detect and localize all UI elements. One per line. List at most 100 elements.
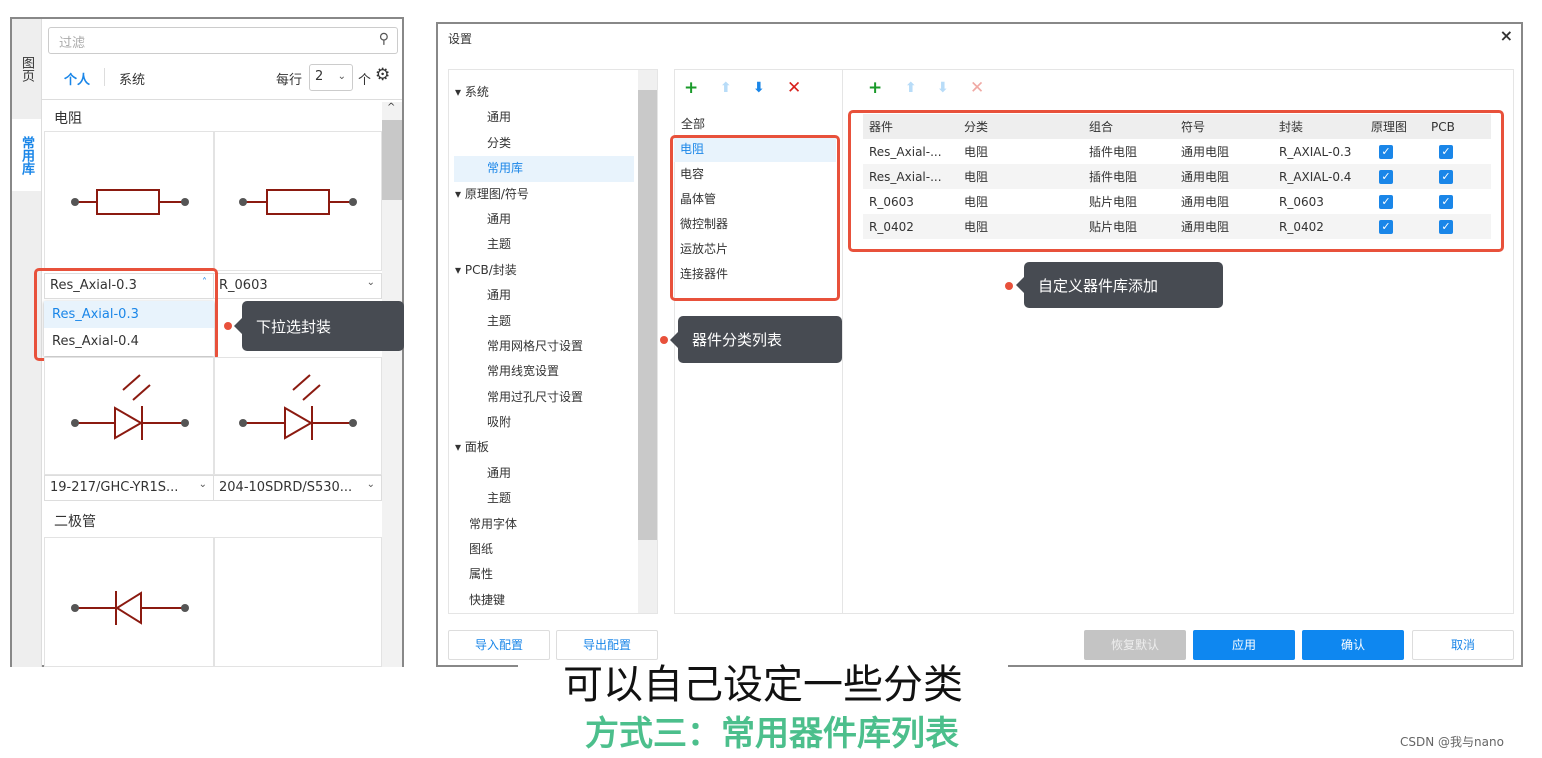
tree-item-label: 快捷键: [469, 592, 506, 607]
diode-symbol[interactable]: [44, 537, 214, 667]
tree-item[interactable]: 通用: [449, 461, 657, 486]
move-up-icon[interactable]: ⬆: [905, 80, 917, 96]
search-icon[interactable]: ⚲: [379, 31, 389, 47]
section-title: 二极管: [54, 514, 96, 530]
chevron-down-icon: ⌄: [337, 71, 346, 82]
tree-item-label: 系统: [464, 85, 489, 99]
tree-scrollbar[interactable]: [638, 70, 657, 613]
tree-item[interactable]: ▾ 面板: [449, 435, 657, 460]
highlight-box: [34, 268, 218, 361]
tab-common-library[interactable]: 常用库: [12, 119, 42, 191]
add-component-icon[interactable]: +: [868, 78, 882, 98]
move-up-icon[interactable]: ⬆: [720, 80, 732, 96]
tree-item[interactable]: 通用: [449, 207, 657, 232]
callout-dot: [1005, 282, 1013, 290]
chevron-down-icon: ⌄: [198, 479, 207, 490]
per-row-label: 每行: [276, 73, 303, 88]
package-select[interactable]: 19-217/GHC-YR1S... ⌄: [44, 475, 214, 501]
tree-item[interactable]: ▾ PCB/封装: [449, 258, 657, 283]
watermark: CSDN @我与nano: [1400, 735, 1504, 749]
tree-item-label: 吸附: [487, 415, 512, 430]
package-select[interactable]: R_0603 ⌄: [214, 273, 382, 299]
tree-item[interactable]: 主题: [449, 486, 657, 511]
tree-item[interactable]: 快捷键: [449, 588, 657, 613]
resistor-symbol[interactable]: [44, 131, 214, 271]
tree-item-label: 主题: [487, 237, 512, 252]
tree-item[interactable]: 分类: [449, 131, 657, 156]
import-config-button[interactable]: 导入配置: [448, 630, 550, 660]
cancel-button[interactable]: 取消: [1412, 630, 1514, 660]
dialog-title: 设置: [448, 32, 473, 46]
move-down-icon[interactable]: ⬇: [937, 80, 949, 96]
tree-item-label: 通用: [487, 465, 512, 480]
add-category-icon[interactable]: +: [684, 78, 698, 98]
chevron-down-icon: ⌄: [366, 277, 375, 288]
tab-personal[interactable]: 个人: [64, 69, 90, 88]
apply-button[interactable]: 应用: [1193, 630, 1295, 660]
tree-item[interactable]: 吸附: [449, 410, 657, 435]
tree-item-label: 属性: [469, 567, 494, 582]
tree-item[interactable]: 通用: [449, 283, 657, 308]
package-select[interactable]: 204-10SDRD/S530... ⌄: [214, 475, 382, 501]
scrollbar[interactable]: ^: [382, 102, 402, 667]
package-value: R_0603: [219, 278, 268, 293]
tree-item[interactable]: 属性: [449, 562, 657, 587]
video-subtitle: 方式三：常用器件库列表: [585, 714, 959, 754]
resistor-symbol[interactable]: [214, 131, 382, 271]
tree-item-label: 通用: [487, 110, 512, 125]
section-title: 电阻: [54, 111, 82, 127]
tree-item-label: 原理图/符号: [464, 186, 529, 201]
led-symbol[interactable]: [44, 357, 214, 475]
divider: [104, 68, 105, 86]
library-cell[interactable]: [214, 537, 382, 667]
video-caption: 可以自己设定一些分类: [518, 660, 1008, 710]
per-row-value: 2: [315, 69, 324, 84]
tree-item-label: 图纸: [469, 542, 494, 557]
category-all[interactable]: 全部: [681, 115, 705, 132]
divider: [42, 99, 402, 100]
tree-item[interactable]: 常用库: [454, 156, 634, 182]
tree-item-label: 主题: [487, 491, 512, 506]
tree-item[interactable]: 通用: [449, 105, 657, 130]
tree-item-label: PCB/封装: [464, 262, 517, 277]
filter-placeholder: 过滤: [59, 36, 86, 51]
tree-item-label: 通用: [487, 211, 512, 226]
per-row-unit: 个: [358, 73, 372, 88]
package-value: 204-10SDRD/S530...: [219, 480, 353, 495]
common-library-panel: 图页 常用库 过滤 ⚲ 个人 系统 每行 2 ⌄ 个 ⚙ 电阻 ^ Res_Axia…: [10, 17, 404, 667]
tree-item-label: 常用库: [487, 161, 524, 176]
settings-dialog: 设置 × ▾ 系统 通用 分类 常用库 ▾ 原理图/符号 通用 主题 ▾ PCB/封装 通用 主题…: [436, 22, 1523, 667]
tooltip-custom-library: 自定义器件库添加: [1016, 262, 1223, 308]
tree-item-label: 主题: [487, 313, 512, 328]
package-value: 19-217/GHC-YR1S...: [50, 480, 179, 495]
export-config-button[interactable]: 导出配置: [556, 630, 658, 660]
delete-component-icon[interactable]: ✕: [970, 78, 984, 98]
tree-item[interactable]: 主题: [449, 232, 657, 257]
tree-item[interactable]: 常用过孔尺寸设置: [449, 385, 657, 410]
tree-item[interactable]: 常用字体: [449, 512, 657, 537]
tree-item[interactable]: 主题: [449, 309, 657, 334]
delete-category-icon[interactable]: ✕: [787, 78, 801, 98]
tree-item[interactable]: 常用网格尺寸设置: [449, 334, 657, 359]
per-row-select[interactable]: 2 ⌄: [309, 64, 353, 91]
tree-item[interactable]: ▾ 系统: [449, 80, 657, 105]
tree-item-label: 常用线宽设置: [487, 364, 560, 379]
tooltip-category-list: 器件分类列表: [670, 316, 842, 363]
ok-button[interactable]: 确认: [1302, 630, 1404, 660]
tab-strip: [12, 191, 42, 667]
tab-pages[interactable]: 图页: [12, 19, 42, 119]
tab-system[interactable]: 系统: [119, 69, 145, 88]
tree-item[interactable]: 图纸: [449, 537, 657, 562]
move-down-icon[interactable]: ⬇: [753, 80, 765, 96]
led-symbol[interactable]: [214, 357, 382, 475]
tree-item-label: 常用网格尺寸设置: [487, 338, 584, 353]
tree-item[interactable]: ▾ 原理图/符号: [449, 182, 657, 207]
highlight-box: [848, 110, 1504, 252]
filter-input[interactable]: 过滤 ⚲: [48, 27, 398, 54]
tree-item-label: 通用: [487, 288, 512, 303]
close-icon[interactable]: ×: [1500, 26, 1513, 45]
tree-item[interactable]: 常用线宽设置: [449, 359, 657, 384]
gear-icon[interactable]: ⚙: [375, 65, 390, 85]
tooltip-dropdown-package: 下拉选封装: [234, 301, 404, 351]
restore-default-button[interactable]: 恢复默认: [1084, 630, 1186, 660]
